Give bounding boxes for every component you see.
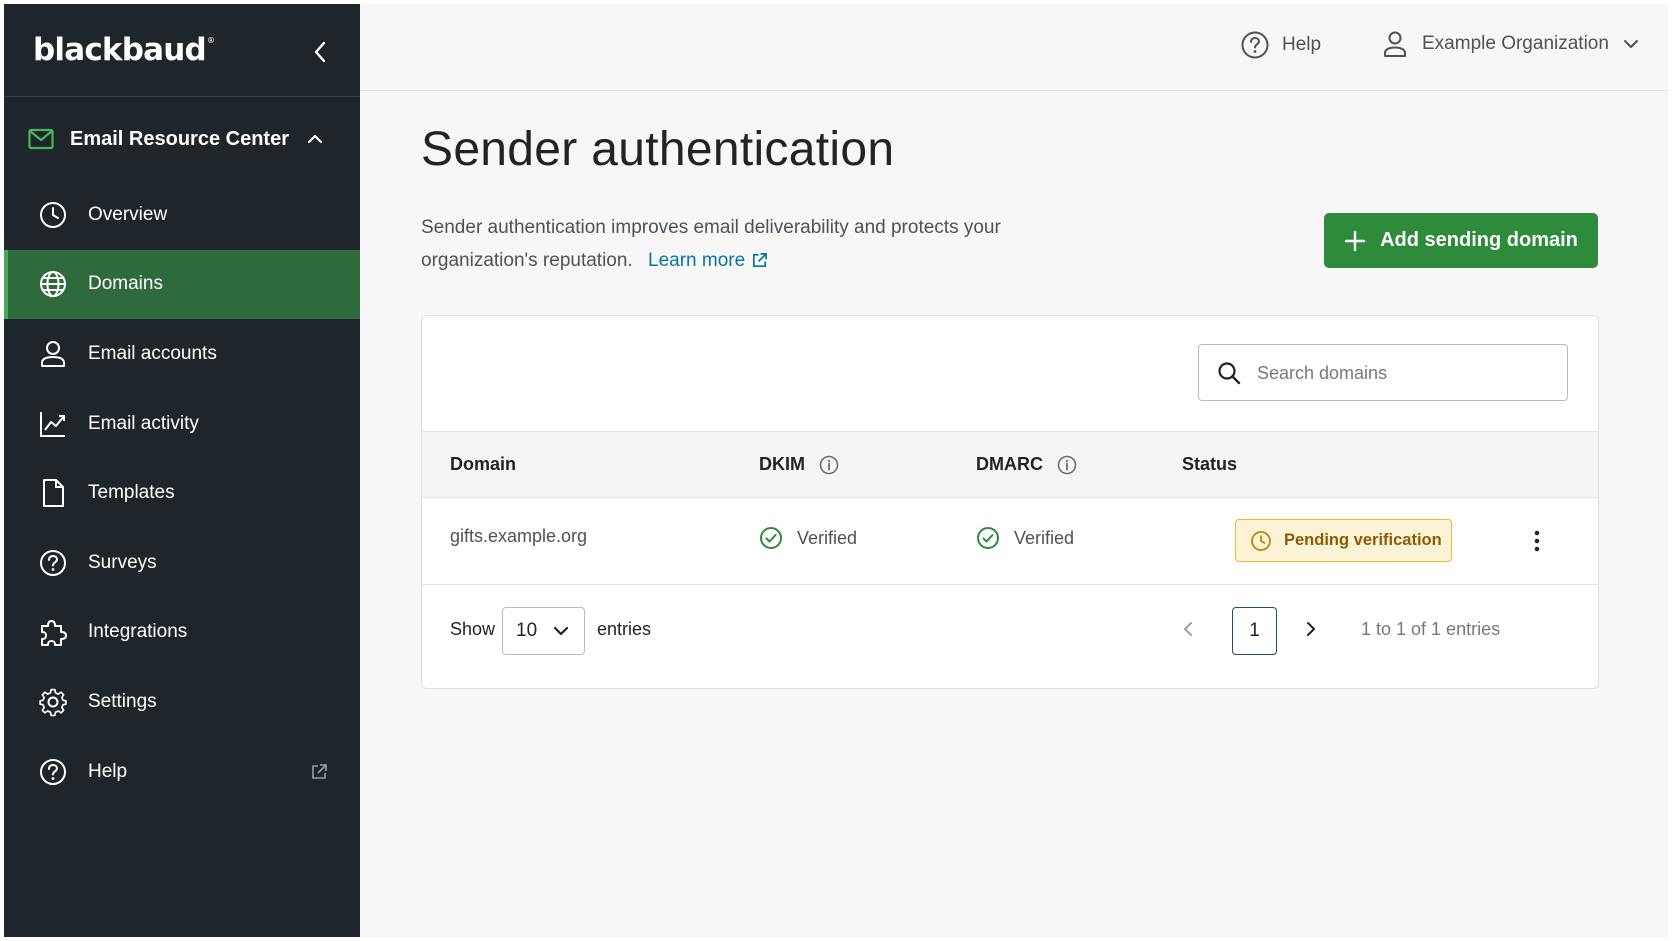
globe-icon (40, 271, 66, 298)
logo-registered-mark: ® (206, 36, 215, 45)
dkim-status: Verified (797, 527, 858, 548)
dmarc-status: Verified (1014, 527, 1075, 548)
next-page-button[interactable] (1305, 619, 1317, 644)
collapse-sidebar-button[interactable] (306, 38, 334, 66)
learn-more-link[interactable]: Learn more (648, 244, 768, 277)
blackbaud-logo[interactable]: blackbaud ® (33, 32, 215, 68)
info-icon[interactable] (819, 455, 839, 475)
sidebar-item-label: Surveys (88, 551, 157, 573)
column-label: DKIM (759, 454, 805, 474)
person-icon (1384, 31, 1406, 57)
document-icon (43, 479, 64, 508)
add-sending-domain-button[interactable]: Add sending domain (1324, 213, 1598, 268)
entries-label: entries (597, 619, 652, 639)
column-label: DMARC (976, 454, 1043, 474)
sidebar-item-label: Templates (88, 482, 175, 504)
plus-icon (1344, 230, 1366, 251)
sidebar-item-label: Help (88, 760, 128, 782)
sidebar-item-overview[interactable]: Overview (4, 180, 360, 250)
person-icon (41, 340, 65, 367)
email-resource-center-toggle[interactable]: Email Resource Center (4, 114, 360, 166)
gear-icon (39, 688, 67, 717)
sidebar-item-help[interactable]: Help (4, 737, 360, 807)
organization-menu[interactable]: Example Organization (1382, 30, 1639, 58)
external-link-icon (312, 763, 327, 779)
chevron-left-icon (314, 41, 326, 63)
sidebar-item-label: Settings (88, 690, 157, 712)
info-icon[interactable] (1057, 455, 1077, 475)
help-circle-icon (1241, 31, 1269, 59)
chevron-right-icon (1307, 622, 1315, 636)
chevron-left-icon (1184, 622, 1192, 636)
organization-label: Example Organization (1422, 33, 1609, 54)
table-row[interactable]: gifts.example.org Verified Verified Pend… (422, 498, 1598, 585)
domains-card: Domain DKIM DMARC Status gifts.example.o… (421, 315, 1599, 689)
show-label: Show (450, 619, 496, 639)
clock-icon (40, 201, 66, 228)
search-box[interactable] (1198, 344, 1568, 401)
sidebar-nav: Overview Domains Email accounts Email ac… (4, 180, 360, 806)
sidebar-item-label: Integrations (88, 621, 188, 643)
sidebar-item-label: Overview (88, 203, 168, 225)
sidebar-item-templates[interactable]: Templates (4, 458, 360, 528)
sidebar-item-settings[interactable]: Settings (4, 667, 360, 737)
learn-more-label: Learn more (648, 250, 746, 271)
check-circle-icon (977, 527, 999, 549)
sidebar-item-email-activity[interactable]: Email activity (4, 389, 360, 459)
page-description: Sender authentication improves email del… (421, 211, 1021, 277)
add-button-label: Add sending domain (1380, 229, 1578, 251)
question-circle-icon (40, 549, 66, 576)
chevron-down-icon (1623, 40, 1638, 48)
page-size-select[interactable]: 10 (502, 607, 585, 655)
help-label: Help (1282, 34, 1322, 55)
sidebar-item-domains[interactable]: Domains (4, 249, 360, 320)
page-number: 1 (1249, 620, 1260, 641)
help-button[interactable]: Help (1240, 30, 1321, 60)
column-header-domain[interactable]: Domain (450, 454, 516, 475)
sidebar: blackbaud ® Email Resource Center Overvie… (4, 4, 360, 937)
check-circle-icon (760, 527, 782, 549)
search-icon (1218, 362, 1241, 385)
chart-icon (40, 411, 65, 437)
sidebar-header: blackbaud ® (4, 4, 360, 97)
chevron-down-icon (554, 626, 569, 636)
column-header-status: Status (1182, 454, 1237, 475)
app-window: blackbaud ® Email Resource Center Overvie… (4, 4, 1668, 937)
top-bar: Help Example Organization (360, 4, 1668, 91)
more-vertical-icon (1534, 530, 1540, 552)
status-badge: Pending verification (1235, 519, 1452, 562)
section-label: Email Resource Center (70, 128, 289, 150)
dmarc-cell: Verified (976, 526, 1074, 550)
column-label: Domain (450, 454, 517, 474)
page-size-value: 10 (516, 620, 538, 641)
sidebar-item-label: Email activity (88, 412, 199, 434)
table-footer: Show 10 entries 1 1 to 1 of 1 entries (422, 585, 1598, 689)
logo-text: blackbaud (33, 32, 207, 68)
column-header-dkim: DKIM (759, 454, 839, 475)
puzzle-icon (41, 620, 67, 647)
pagination-range: 1 to 1 of 1 entries (1361, 619, 1501, 639)
external-link-icon (753, 253, 768, 268)
previous-page-button[interactable] (1182, 619, 1194, 644)
help-circle-icon (40, 758, 66, 785)
clock-icon (1251, 530, 1271, 551)
mail-icon (28, 128, 54, 150)
row-actions-button[interactable] (1522, 522, 1552, 560)
domain-cell: gifts.example.org (450, 526, 587, 547)
sidebar-item-label: Domains (88, 273, 163, 295)
status-label: Pending verification (1284, 531, 1442, 549)
domain-name: gifts.example.org (450, 526, 588, 546)
sidebar-item-surveys[interactable]: Surveys (4, 528, 360, 598)
chevron-up-icon (307, 134, 323, 144)
column-header-dmarc: DMARC (976, 454, 1077, 475)
search-input[interactable] (1257, 359, 1547, 387)
table-header: Domain DKIM DMARC Status (422, 431, 1598, 498)
dkim-cell: Verified (759, 526, 857, 550)
column-label: Status (1182, 454, 1238, 474)
sidebar-item-label: Email accounts (88, 342, 217, 364)
sidebar-item-integrations[interactable]: Integrations (4, 598, 360, 668)
page-1-button[interactable]: 1 (1232, 607, 1277, 655)
sidebar-item-email-accounts[interactable]: Email accounts (4, 319, 360, 389)
page-title: Sender authentication (421, 123, 895, 176)
